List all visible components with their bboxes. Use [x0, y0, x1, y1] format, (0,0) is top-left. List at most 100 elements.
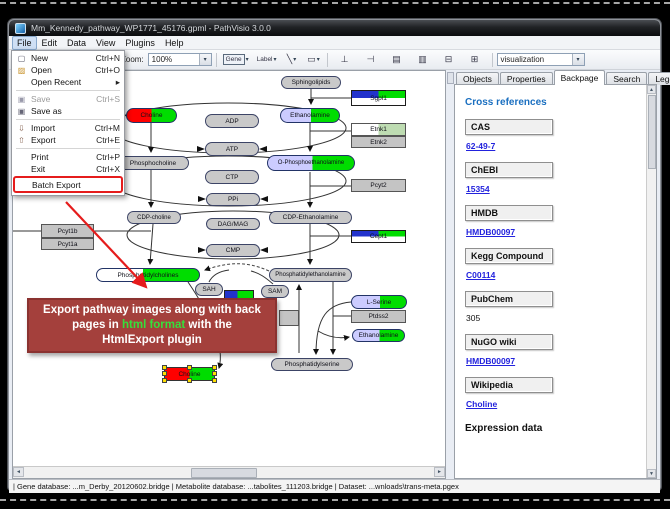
pathway-node-ctp[interactable]: CTP [205, 170, 259, 184]
file-menu-item-batch-export[interactable]: Batch Export [13, 176, 123, 193]
pathway-node[interactable] [279, 310, 299, 326]
pathway-node-sah[interactable]: SAH [195, 283, 223, 296]
title-bar[interactable]: Mm_Kennedy_pathway_WP1771_45176.gpml - P… [9, 20, 660, 36]
menu-item-label: Open Recent [31, 77, 81, 87]
selection-handle[interactable] [212, 371, 217, 376]
pathway-node-sgpl1[interactable]: Sgpl1 [351, 90, 406, 106]
toolbar-separator [492, 53, 493, 67]
pathway-node-phosphatidylcholines[interactable]: Phosphatidylcholines [96, 268, 200, 282]
menu-view[interactable]: View [91, 37, 120, 49]
pathway-node-phosphatidylserine[interactable]: Phosphatidylserine [271, 358, 353, 371]
line-tool-icon: ╲ [287, 54, 292, 65]
pathway-node-cdp-choline[interactable]: CDP-choline [127, 211, 181, 224]
file-menu-item-import[interactable]: ⇩ImportCtrl+M [13, 122, 123, 134]
common-height-icon[interactable]: ▤ [388, 52, 406, 67]
file-menu-item-new[interactable]: ▢NewCtrl+N [13, 52, 123, 64]
panel-splitter[interactable] [446, 70, 454, 479]
selection-handle[interactable] [187, 378, 192, 383]
xref-link-cas[interactable]: 62-49-7 [466, 141, 495, 151]
shape-tool-icon: ▭ [307, 54, 316, 65]
pathway-node-ethanolamine[interactable]: Ethanolamine [280, 108, 340, 123]
selection-handle[interactable] [212, 378, 217, 383]
selection-handle[interactable] [212, 365, 217, 370]
pathway-node-ethanolamine[interactable]: Ethanolamine [352, 329, 405, 342]
pathway-node-etnk1[interactable]: Etnk1 [351, 123, 406, 136]
tab-backpage[interactable]: Backpage [554, 70, 606, 85]
stack-horizontal-icon[interactable]: ⊞ [466, 52, 484, 67]
selection-handle[interactable] [162, 378, 167, 383]
file-menu-item-open[interactable]: ▨OpenCtrl+O [13, 64, 123, 76]
menu-file[interactable]: File [12, 36, 37, 50]
align-center-vertical-icon[interactable]: ⊥ [336, 52, 354, 67]
pathway-node-ppi[interactable]: PPi [206, 193, 260, 206]
pathway-node-pcyt1b[interactable]: Pcyt1b [41, 224, 94, 238]
pathway-node-choline[interactable]: Choline [164, 367, 215, 381]
selection-handle[interactable] [162, 365, 167, 370]
pathway-node-etnk2[interactable]: Etnk2 [351, 136, 406, 148]
pathway-node-cept1[interactable]: Cept1 [351, 230, 406, 243]
pathway-node-cmp[interactable]: CMP [206, 244, 260, 257]
label-tool-icon: Label [257, 56, 273, 63]
canvas-horizontal-scrollbar[interactable]: ◄ ► [13, 466, 445, 478]
selection-handle[interactable] [162, 371, 167, 376]
stack-vertical-icon[interactable]: ⊟ [440, 52, 458, 67]
pathway-node-l-serine[interactable]: L-Serine [351, 295, 407, 309]
xref-link-chebi[interactable]: 15354 [466, 184, 490, 194]
callout-line2-post: with the [185, 319, 232, 331]
menu-item-label: Import [31, 123, 55, 133]
line-tool-button[interactable]: ╲ ▾ [283, 52, 301, 67]
splitter-handle-icon[interactable] [447, 72, 454, 84]
pathway-node-sphingolipids[interactable]: Sphingolipids [281, 76, 341, 89]
pathway-node-choline[interactable]: Choline [126, 108, 177, 123]
pathway-node-adp[interactable]: ADP [205, 114, 259, 128]
zoom-combobox[interactable]: 100% ▾ [148, 53, 212, 66]
file-menu-item-export[interactable]: ⇧ExportCtrl+E [13, 134, 123, 146]
datanode-tool-button[interactable]: Gene ▾ [221, 52, 251, 67]
pathway-node-phosphocholine[interactable]: Phosphocholine [117, 156, 189, 170]
menu-edit[interactable]: Edit [37, 37, 63, 49]
file-menu-item-print[interactable]: PrintCtrl+P [13, 151, 123, 163]
menu-help[interactable]: Help [160, 37, 189, 49]
chevron-down-icon: ▾ [274, 56, 277, 63]
side-tabs: ObjectsPropertiesBackpageSearchLegend [454, 70, 657, 85]
pathway-node-pcyt1a[interactable]: Pcyt1a [41, 238, 94, 250]
menu-plugins[interactable]: Plugins [120, 37, 160, 49]
menu-item-shortcut: Ctrl+O [95, 65, 120, 75]
file-menu-item-exit[interactable]: ExitCtrl+X [13, 163, 123, 175]
menu-item-label: Export [31, 135, 56, 145]
visualization-combobox[interactable]: visualization ▾ [497, 53, 585, 66]
pathway-node-phosphatidylethanolamine[interactable]: Phosphatidylethanolamine [269, 268, 352, 282]
toolbar-separator [216, 53, 217, 67]
xref-link-nugo-wiki[interactable]: HMDB00097 [466, 356, 515, 366]
scroll-right-icon[interactable]: ► [434, 467, 445, 477]
align-center-horizontal-icon[interactable]: ⊣ [362, 52, 380, 67]
file-menu-item-open-recent[interactable]: Open Recent▸ [13, 76, 123, 88]
pathway-node-dag-mag[interactable]: DAG/MAG [206, 218, 260, 230]
pathway-node-cdp-ethanolamine[interactable]: CDP-Ethanolamine [269, 211, 352, 224]
panel-vertical-scrollbar[interactable]: ▲ ▼ [646, 85, 656, 478]
pathway-node-pcyt2[interactable]: Pcyt2 [351, 179, 406, 192]
menu-data[interactable]: Data [62, 37, 91, 49]
pathway-node-ptdss2[interactable]: Ptdss2 [351, 310, 406, 323]
pathway-node-o-phosphoethanolamine[interactable]: O-Phosphoethanolamine [267, 155, 355, 171]
pathway-node-atp[interactable]: ATP [205, 142, 259, 156]
label-tool-button[interactable]: Label ▾ [255, 52, 279, 67]
pathway-node-sam[interactable]: SAM [261, 285, 289, 298]
scrollbar-thumb[interactable] [191, 468, 257, 478]
xref-link-wikipedia[interactable]: Choline [466, 399, 497, 409]
shape-tool-button[interactable]: ▭ ▾ [305, 52, 323, 67]
file-menu-item-save[interactable]: ▣SaveCtrl+S [13, 93, 123, 105]
xref-link-hmdb[interactable]: HMDB00097 [466, 227, 515, 237]
common-width-icon[interactable]: ▥ [414, 52, 432, 67]
xref-header-pubchem: PubChem [465, 291, 553, 307]
menu-item-shortcut: Ctrl+E [96, 135, 120, 145]
selection-handle[interactable] [187, 365, 192, 370]
menu-item-label: Print [31, 152, 48, 162]
file-menu-item-save-as[interactable]: ▣Save as [13, 105, 123, 117]
scroll-left-icon[interactable]: ◄ [13, 467, 24, 477]
scrollbar-thumb[interactable] [648, 95, 656, 169]
scroll-down-icon[interactable]: ▼ [647, 469, 656, 478]
xref-link-kegg-compound[interactable]: C00114 [466, 270, 495, 280]
scroll-up-icon[interactable]: ▲ [647, 85, 656, 94]
callout-highlight: html format [122, 319, 185, 331]
